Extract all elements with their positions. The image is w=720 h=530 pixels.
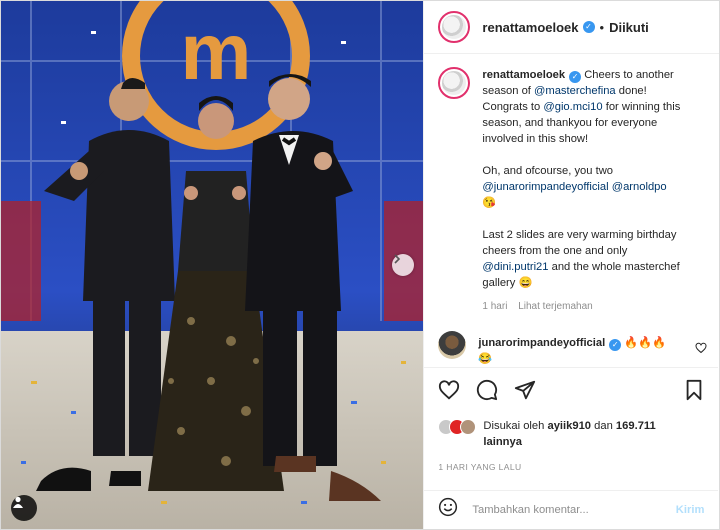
share-button[interactable] bbox=[514, 379, 536, 406]
heart-icon bbox=[439, 379, 460, 399]
comment-button[interactable] bbox=[476, 379, 498, 406]
likes-suffix[interactable]: lainnya bbox=[483, 436, 522, 448]
comment-item: junarorimpandeyofficial ✓ 🔥🔥🔥 😂 bbox=[438, 331, 704, 366]
post-timestamp[interactable]: 1 HARI YANG LALU bbox=[438, 462, 704, 472]
action-bar bbox=[438, 379, 704, 406]
commenter-username[interactable]: junarorimpandeyofficial bbox=[478, 337, 605, 349]
post-side-panel: renattamoeloek ✓ • Diikuti renattamoeloe… bbox=[423, 1, 719, 529]
commenter-avatar[interactable] bbox=[438, 331, 467, 359]
caption-paragraph-3: Last 2 slides are very warming birthday … bbox=[482, 227, 694, 291]
like-comment-button[interactable] bbox=[695, 342, 707, 357]
likes-count[interactable]: 169.711 bbox=[616, 420, 656, 432]
likes-summary[interactable]: Disukai oleh ayiik910 dan 169.711 lainny… bbox=[438, 418, 704, 450]
comment-bubble-icon bbox=[477, 379, 498, 400]
header-separator: • bbox=[599, 19, 605, 35]
comment-input[interactable] bbox=[472, 503, 676, 516]
next-slide-button[interactable] bbox=[392, 254, 414, 276]
likes-text: Disukai oleh ayiik910 dan 169.711 lainny… bbox=[483, 418, 655, 450]
caption-time: 1 hari bbox=[482, 301, 508, 312]
smiley-icon bbox=[439, 497, 458, 517]
caption-text: Oh, and ofcourse, you two bbox=[482, 165, 614, 177]
comment-text: 🔥🔥🔥 bbox=[624, 337, 667, 349]
liker-avatars bbox=[438, 419, 477, 450]
verified-badge-icon: ✓ bbox=[582, 21, 595, 33]
mention-link[interactable]: @masterchefina bbox=[534, 85, 616, 97]
comment-text-line-2: 😂 bbox=[478, 353, 493, 365]
liker-avatar bbox=[460, 419, 477, 435]
user-tag-icon bbox=[13, 496, 23, 508]
svg-text:m: m bbox=[180, 7, 251, 96]
heart-outline-icon bbox=[695, 342, 707, 354]
mention-link[interactable]: @dini.putri21 bbox=[482, 261, 548, 273]
tagged-users-button[interactable] bbox=[11, 495, 37, 521]
caption-meta: 1 hari Lihat terjemahan bbox=[482, 299, 694, 315]
verified-badge-icon: ✓ bbox=[569, 71, 582, 83]
likes-middle: dan bbox=[591, 420, 616, 432]
post-comment-button[interactable]: Kirim bbox=[676, 504, 705, 516]
post-modal: m renattamoeloek ✓ • Diikuti renattamoel… bbox=[0, 0, 720, 530]
add-comment-bar: Kirim bbox=[424, 490, 719, 528]
liker-username[interactable]: ayiik910 bbox=[547, 420, 591, 432]
caption-author-avatar[interactable] bbox=[438, 67, 471, 99]
caption-paragraph-2: Oh, and ofcourse, you two @junarorimpand… bbox=[482, 163, 694, 211]
mention-link[interactable]: @junarorimpandeyofficial bbox=[482, 181, 608, 193]
like-button[interactable] bbox=[438, 379, 460, 406]
emoji-picker-button[interactable] bbox=[438, 497, 458, 522]
comment-body: junarorimpandeyofficial ✓ 🔥🔥🔥 😂 bbox=[478, 335, 690, 366]
verified-badge-icon: ✓ bbox=[609, 339, 622, 351]
bookmark-icon bbox=[687, 379, 702, 400]
post-photo[interactable]: m bbox=[1, 1, 424, 529]
grin-emoji: 😄 bbox=[518, 277, 533, 289]
mention-link[interactable]: @gio.mci10 bbox=[543, 101, 602, 113]
caption-body: renattamoeloek ✓ Cheers to another season… bbox=[482, 67, 694, 315]
photo-illustration: m bbox=[1, 1, 424, 529]
kiss-emoji: 😘 bbox=[482, 197, 497, 209]
see-translation-link[interactable]: Lihat terjemahan bbox=[518, 301, 593, 312]
comments-section[interactable]: renattamoeloek ✓ Cheers to another season… bbox=[424, 55, 718, 366]
caption-text: Last 2 slides are very warming birthday … bbox=[482, 229, 677, 257]
author-avatar[interactable] bbox=[438, 11, 471, 43]
caption-username[interactable]: renattamoeloek bbox=[482, 69, 565, 81]
likes-prefix: Disukai oleh bbox=[483, 420, 548, 432]
mention-link[interactable]: @arnoldpo bbox=[612, 181, 667, 193]
author-username[interactable]: renattamoeloek bbox=[482, 20, 578, 35]
post-actions: Disukai oleh ayiik910 dan 169.711 lainny… bbox=[424, 367, 719, 472]
chevron-right-icon bbox=[394, 254, 401, 264]
follow-status-button[interactable]: Diikuti bbox=[609, 20, 649, 35]
paper-plane-icon bbox=[515, 380, 536, 399]
post-header: renattamoeloek ✓ • Diikuti bbox=[424, 1, 719, 54]
caption: renattamoeloek ✓ Cheers to another season… bbox=[438, 67, 704, 315]
save-button[interactable] bbox=[684, 379, 704, 406]
caption-paragraph-1: renattamoeloek ✓ Cheers to another season… bbox=[482, 67, 694, 147]
